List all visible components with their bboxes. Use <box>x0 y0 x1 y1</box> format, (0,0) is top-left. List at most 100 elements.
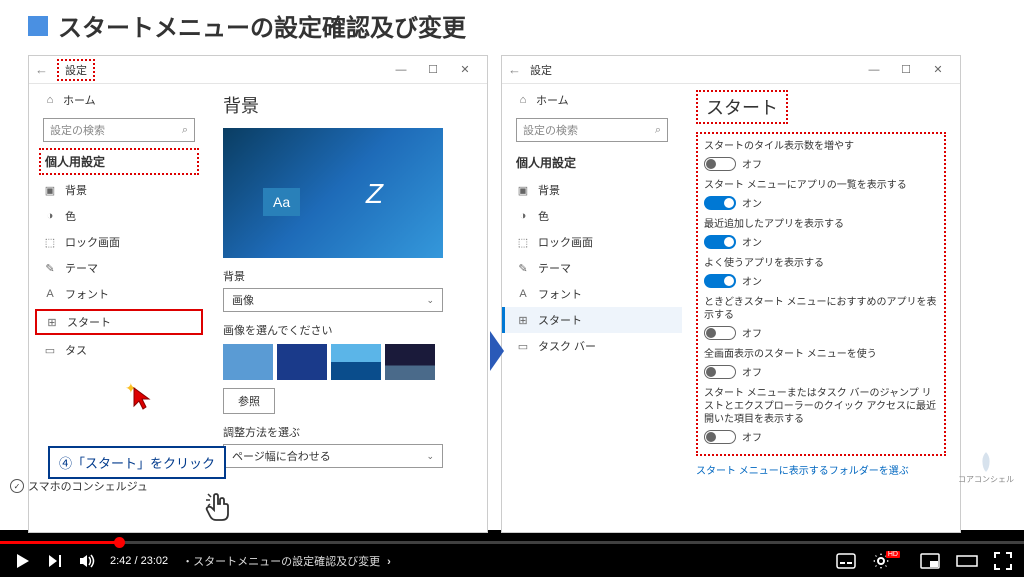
player-controls: 2:42 / 23:02 ・スタートメニューの設定確認及び変更 › HD <box>0 544 1024 577</box>
sidebar-item-label: フォント <box>538 286 582 302</box>
toggle-app-list: スタート メニューにアプリの一覧を表示する オン <box>704 179 938 210</box>
toggle-label: スタートのタイル表示数を増やす <box>704 140 938 153</box>
channel-logo: ✓ スマホのコンシェルジュ <box>10 478 148 494</box>
chevron-right-icon: › <box>387 556 391 568</box>
sidebar-item-label: テーマ <box>538 260 571 276</box>
chevron-down-icon: ⌄ <box>426 295 434 306</box>
slide-title-row: スタートメニューの設定確認及び変更 <box>0 0 1024 51</box>
toggle-label: ときどきスタート メニューにおすすめのアプリを表示する <box>704 296 938 322</box>
sidebar-item-label: フォント <box>65 286 109 302</box>
sidebar-section-header: 個人用設定 <box>502 148 682 177</box>
browse-button[interactable]: 参照 <box>223 388 275 414</box>
toggle-recently-added: 最近追加したアプリを表示する オン <box>704 218 938 249</box>
chapter-title[interactable]: ・スタートメニューの設定確認及び変更 › <box>182 553 391 569</box>
hand-cursor-icon <box>204 490 234 524</box>
main-heading: スタート <box>696 90 788 124</box>
sidebar-item-start[interactable]: ⊞ スタート <box>502 307 682 333</box>
palette-icon: ◑ <box>43 209 57 223</box>
time-display: 2:42 / 23:02 <box>110 555 168 567</box>
cursor-arrow-icon <box>132 386 154 412</box>
toggle-state: オン <box>742 195 762 210</box>
dropdown-value: 画像 <box>232 292 254 308</box>
sidebar-item-label: タスク バー <box>538 338 596 354</box>
sidebar-item-taskbar[interactable]: ▭ タスク バー <box>502 333 682 359</box>
toggle-switch[interactable] <box>704 326 736 340</box>
arrow-right-icon <box>490 331 504 371</box>
window-title: 設定 <box>530 62 858 78</box>
subtitles-button[interactable] <box>836 553 856 569</box>
slide-title-icon <box>28 16 48 36</box>
toggle-switch[interactable] <box>704 157 736 171</box>
play-button[interactable] <box>12 551 32 571</box>
toggle-label: 最近追加したアプリを表示する <box>704 218 938 231</box>
thumbnail-2[interactable] <box>277 344 327 380</box>
minimize-icon[interactable]: — <box>858 56 890 84</box>
preview-z-icon: Z <box>366 178 383 210</box>
dropdown-value: ページ幅に合わせる <box>232 448 331 464</box>
toggle-state: オフ <box>742 156 762 171</box>
close-icon[interactable]: ✕ <box>449 56 481 84</box>
sidebar-item-start[interactable]: ⊞ スタート <box>35 309 203 335</box>
sidebar-item-themes[interactable]: ✎ テーマ <box>29 255 209 281</box>
sidebar-item-label: 色 <box>65 208 76 224</box>
sidebar-item-themes[interactable]: ✎ テーマ <box>502 255 682 281</box>
toggle-switch[interactable] <box>704 196 736 210</box>
theater-button[interactable] <box>956 553 978 569</box>
thumbnail-4[interactable] <box>385 344 435 380</box>
back-icon[interactable]: ← <box>508 62 524 78</box>
home-link[interactable]: ⌂ ホーム <box>29 88 209 112</box>
toggle-switch[interactable] <box>704 430 736 444</box>
sidebar-item-lockscreen[interactable]: ⬚ ロック画面 <box>502 229 682 255</box>
background-preview: Z <box>223 128 443 258</box>
search-placeholder: 設定の検索 <box>50 122 105 138</box>
callout-text: ④「スタート」をクリック <box>59 456 215 471</box>
back-icon[interactable]: ← <box>35 62 51 78</box>
maximize-icon[interactable]: ☐ <box>890 56 922 84</box>
sidebar-item-taskbar[interactable]: ▭ タス <box>29 337 209 363</box>
toggle-switch[interactable] <box>704 365 736 379</box>
sidebar-item-lockscreen[interactable]: ⬚ ロック画面 <box>29 229 209 255</box>
volume-button[interactable] <box>78 552 96 570</box>
window-titlebar: ← 設定 — ☐ ✕ <box>502 56 960 84</box>
toggle-jumplists: スタート メニューまたはタスク バーのジャンプ リストとエクスプローラーのクイッ… <box>704 387 938 444</box>
miniplayer-button[interactable] <box>920 553 940 569</box>
slide-title-text: スタートメニューの設定確認及び変更 <box>58 8 466 43</box>
close-icon[interactable]: ✕ <box>922 56 954 84</box>
brush-icon: ✎ <box>516 261 530 275</box>
bg-type-dropdown[interactable]: 画像 ⌄ <box>223 288 443 312</box>
sidebar-item-colors[interactable]: ◑ 色 <box>29 203 209 229</box>
fullscreen-button[interactable] <box>994 552 1012 570</box>
sidebar-item-fonts[interactable]: A フォント <box>29 281 209 307</box>
sidebar-item-label: 背景 <box>65 182 87 198</box>
lock-icon: ⬚ <box>43 235 57 249</box>
video-frame: スタートメニューの設定確認及び変更 ← 設定 — ☐ ✕ ⌂ ホーム <box>0 0 1024 530</box>
maximize-icon[interactable]: ☐ <box>417 56 449 84</box>
search-input[interactable]: 設定の検索 ⌕ <box>43 118 195 142</box>
toggles-highlight-box: スタートのタイル表示数を増やす オフ スタート メニューにアプリの一覧を表示する… <box>696 132 946 456</box>
fit-dropdown[interactable]: ページ幅に合わせる ⌄ <box>223 444 443 468</box>
next-button[interactable] <box>46 552 64 570</box>
thumbnail-3[interactable] <box>331 344 381 380</box>
toggle-switch[interactable] <box>704 274 736 288</box>
toggle-state: オフ <box>742 429 762 444</box>
palette-icon: ◑ <box>516 209 530 223</box>
thumbnail-1[interactable] <box>223 344 273 380</box>
search-icon: ⌕ <box>655 124 661 137</box>
brush-icon: ✎ <box>43 261 57 275</box>
sidebar-item-background[interactable]: ▣ 背景 <box>29 177 209 203</box>
taskbar-icon: ▭ <box>516 339 530 353</box>
home-link[interactable]: ⌂ ホーム <box>502 88 682 112</box>
sidebar-item-label: ロック画面 <box>538 234 593 250</box>
sidebar-item-background[interactable]: ▣ 背景 <box>502 177 682 203</box>
settings-button[interactable]: HD <box>872 552 904 570</box>
toggle-switch[interactable] <box>704 235 736 249</box>
home-label: ホーム <box>536 92 569 108</box>
channel-name: スマホのコンシェルジュ <box>28 478 148 494</box>
toggle-state: オフ <box>742 325 762 340</box>
search-input[interactable]: 設定の検索 ⌕ <box>516 118 668 142</box>
chevron-down-icon: ⌄ <box>426 451 434 462</box>
sidebar-item-fonts[interactable]: A フォント <box>502 281 682 307</box>
minimize-icon[interactable]: — <box>385 56 417 84</box>
sidebar-item-colors[interactable]: ◑ 色 <box>502 203 682 229</box>
choose-folders-link[interactable]: スタート メニューに表示するフォルダーを選ぶ <box>696 462 946 477</box>
